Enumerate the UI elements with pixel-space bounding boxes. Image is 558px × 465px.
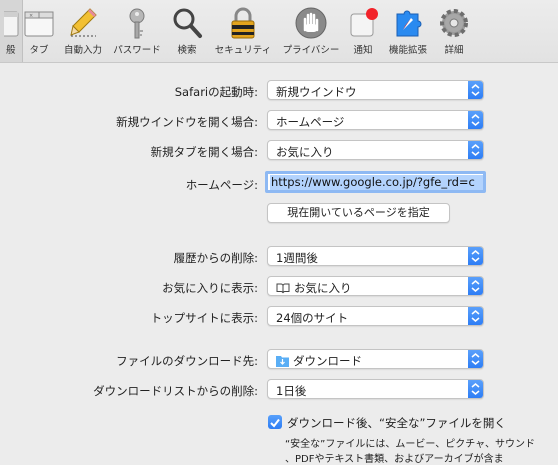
tab-advanced[interactable]: 詳細 [436,0,472,62]
remove-history-select[interactable]: 1週間後 [267,246,484,266]
new-tab-select[interactable]: お気に入り [267,140,484,160]
homepage-input[interactable]: https://www.google.co.jp/?gfe_rd=c [265,171,486,193]
remove-history-label: 履歴からの削除: [173,251,258,265]
tab-tabs[interactable]: × タブ [24,0,54,62]
book-icon [276,283,290,293]
set-current-page-button[interactable]: 現在開いているページを指定 [267,203,450,223]
favorites-label: お気に入りに表示: [162,281,258,295]
remove-history-row: 履歴からの削除: 1週間後 [0,246,558,270]
new-window-row: 新規ウインドウを開く場合: ホームページ [0,110,558,134]
tab-privacy[interactable]: プライバシー [278,0,344,62]
remove-downloads-label: ダウンロードリストからの削除: [93,384,258,398]
favorites-row: お気に入りに表示: お気に入り [0,276,558,300]
download-location-select[interactable]: ダウンロード [267,349,484,369]
general-icon [4,11,19,37]
hand-icon [295,7,327,39]
chevron-updown-icon [468,307,483,325]
svg-text:×: × [29,13,33,19]
preferences-toolbar: 般 × タブ 自動入力 パスワード 検索 セキュリティ プライバシー 通知 機能… [0,0,558,63]
chevron-updown-icon [468,247,483,265]
chevron-updown-icon [468,111,483,129]
chevron-updown-icon [468,141,483,159]
safe-files-description-line1: “安全な”ファイルには、ムービー、ピクチャ、サウンド [285,439,535,450]
new-window-select[interactable]: ホームページ [267,110,484,130]
favorites-select[interactable]: お気に入り [267,276,484,296]
startup-select[interactable]: 新規ウインドウ [267,80,484,100]
pencil-icon [70,8,97,37]
top-sites-row: トップサイトに表示: 24個のサイト [0,306,558,330]
startup-label: Safariの起動時: [174,85,258,99]
chevron-updown-icon [468,277,483,295]
magnifier-icon [173,8,202,38]
tab-notifications[interactable]: 通知 [346,0,380,62]
chevron-updown-icon [468,350,483,368]
new-tab-row: 新規タブを開く場合: お気に入り [0,140,558,164]
homepage-row: ホームページ: https://www.google.co.jp/?gfe_rd… [0,171,558,197]
download-location-row: ファイルのダウンロード先: ダウンロード [0,349,558,373]
tab-security[interactable]: セキュリティ [212,0,274,62]
open-safe-files-checkbox[interactable] [268,415,282,429]
tab-extensions[interactable]: 機能拡張 [384,0,432,62]
top-sites-select[interactable]: 24個のサイト [267,306,484,326]
tab-autofill[interactable]: 自動入力 [60,0,106,62]
tab-search[interactable]: 検索 [168,0,206,62]
key-icon [129,8,145,39]
open-safe-files-label: ダウンロード後、“安全な”ファイルを開く [287,416,506,430]
startup-row: Safariの起動時: 新規ウインドウ [0,80,558,104]
remove-downloads-row: ダウンロードリストからの削除: 1日後 [0,379,558,403]
tab-passwords[interactable]: パスワード [110,0,164,62]
tab-general[interactable]: 般 [0,0,23,62]
gear-icon [440,9,468,37]
new-window-label: 新規ウインドウを開く場合: [116,115,258,129]
tabs-icon: × [24,11,54,37]
homepage-label: ホームページ: [185,178,258,192]
download-location-label: ファイルのダウンロード先: [116,354,258,368]
top-sites-label: トップサイトに表示: [150,311,258,325]
chevron-updown-icon [468,81,483,99]
lock-icon [231,7,255,39]
remove-downloads-select[interactable]: 1日後 [267,379,484,399]
new-tab-label: 新規タブを開く場合: [150,145,258,159]
download-folder-icon [276,356,289,367]
puzzle-icon [396,10,422,37]
checkmark-icon [270,418,280,428]
chevron-updown-icon [468,380,483,398]
notification-icon [350,8,378,37]
